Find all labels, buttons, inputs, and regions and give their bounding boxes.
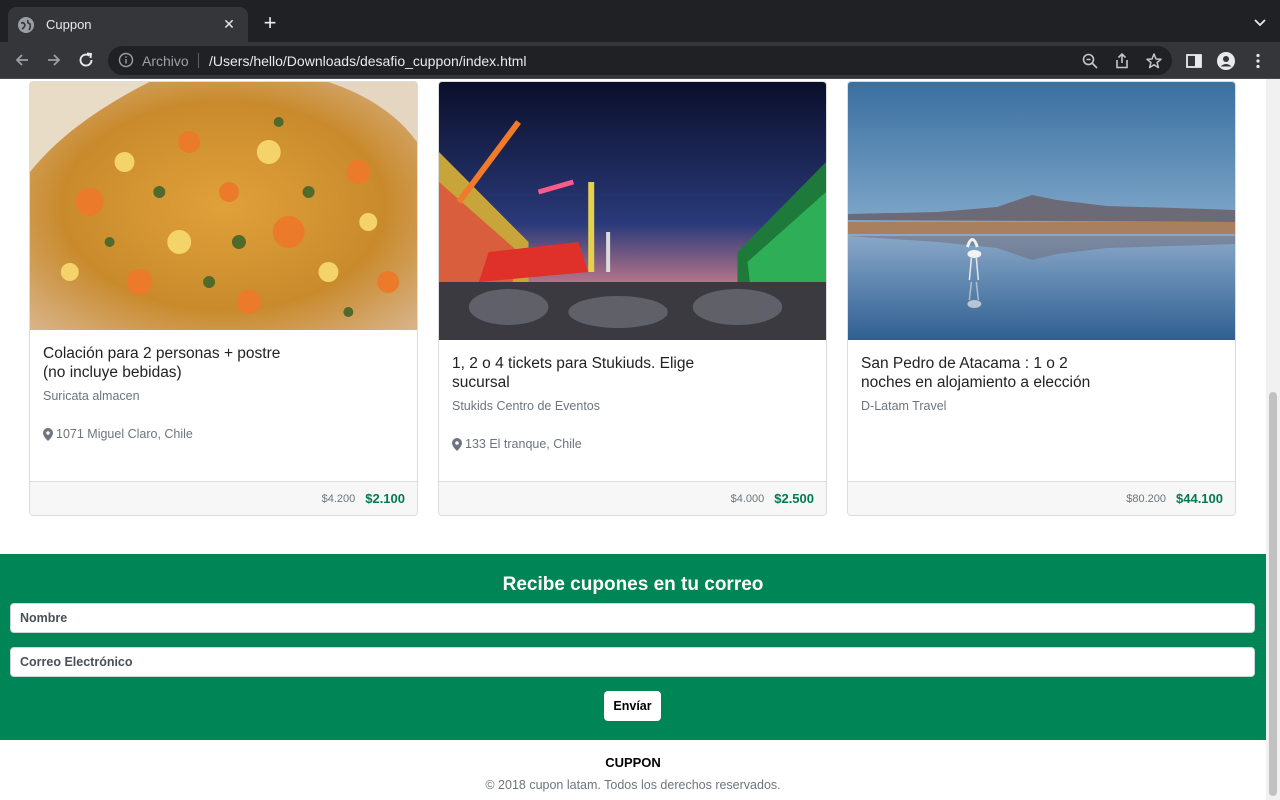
card-merchant: Suricata almacen (43, 389, 140, 403)
old-price: $4.200 (321, 492, 356, 505)
globe-icon (18, 16, 34, 33)
flamingo-lagoon-photo (848, 82, 1235, 340)
old-price: $4.000 (730, 492, 765, 505)
map-pin-icon (452, 437, 462, 451)
menu-kebab-icon[interactable] (1248, 51, 1268, 71)
old-price: $80.200 (1126, 492, 1166, 505)
card-location-text: 133 El tranque, Chile (465, 437, 582, 451)
browser-tab-strip: Cuppon ✕ + (0, 0, 1280, 42)
name-input[interactable] (10, 603, 1255, 633)
new-tab-button[interactable]: + (258, 12, 282, 36)
card-title[interactable]: San Pedro de Atacama : 1 o 2 noches en a… (861, 354, 1131, 392)
card-location-text: 1071 Miguel Claro, Chile (56, 427, 193, 441)
reload-button[interactable] (74, 48, 98, 72)
card-footer: $80.200 $44.100 (848, 481, 1235, 515)
card-body: Colación para 2 personas + postre (no in… (30, 344, 417, 441)
card-footer: $4.000 $2.500 (439, 481, 826, 515)
forward-arrow-icon (48, 54, 61, 66)
bookmark-star-icon[interactable] (1145, 52, 1163, 70)
page-viewport: Colación para 2 personas + postre (no in… (0, 79, 1266, 800)
back-arrow-icon (15, 54, 28, 66)
reload-icon (79, 52, 93, 67)
address-bar[interactable]: Archivo /Users/hello/Downloads/desafio_c… (108, 46, 1172, 75)
card-merchant: Stukids Centro de Eventos (452, 399, 600, 413)
newsletter-section: Recibe cupones en tu correo Envíar (0, 554, 1266, 740)
zoom-icon[interactable] (1081, 52, 1099, 70)
email-input[interactable] (10, 647, 1255, 677)
divider (198, 53, 199, 68)
url-text[interactable]: /Users/hello/Downloads/desafio_cuppon/in… (209, 53, 527, 69)
coupon-card[interactable]: 1, 2 o 4 tickets para Stukiuds. Elige su… (438, 81, 827, 516)
tab-search-chevron-icon[interactable] (1252, 14, 1268, 30)
card-title[interactable]: Colación para 2 personas + postre (no in… (43, 344, 313, 382)
card-body: San Pedro de Atacama : 1 o 2 noches en a… (848, 354, 1235, 413)
card-footer: $4.200 $2.100 (30, 481, 417, 515)
new-price: $2.100 (365, 491, 405, 506)
card-location: 1071 Miguel Claro, Chile (43, 427, 404, 441)
browser-toolbar: Archivo /Users/hello/Downloads/desafio_c… (0, 42, 1280, 79)
footer-brand: CUPPON (605, 755, 661, 770)
newsletter-title: Recibe cupones en tu correo (502, 574, 764, 595)
card-merchant: D-Latam Travel (861, 399, 947, 413)
new-price: $2.500 (774, 491, 814, 506)
fair-night-photo (439, 82, 826, 340)
browser-tab[interactable]: Cuppon ✕ (8, 7, 248, 42)
info-icon[interactable] (118, 52, 134, 68)
scrollbar-thumb[interactable] (1269, 392, 1277, 796)
side-panel-icon[interactable] (1184, 51, 1204, 71)
new-price: $44.100 (1176, 491, 1223, 506)
scheme-label: Archivo (142, 53, 189, 69)
tab-close-icon[interactable]: ✕ (220, 16, 238, 33)
footer-copyright: © 2018 cupon latam. Todos los derechos r… (485, 778, 781, 792)
submit-button[interactable]: Envíar (604, 691, 661, 721)
profile-avatar-icon[interactable] (1216, 51, 1236, 71)
coupon-card[interactable]: Colación para 2 personas + postre (no in… (29, 81, 418, 516)
card-body: 1, 2 o 4 tickets para Stukiuds. Elige su… (439, 354, 826, 451)
map-pin-icon (43, 427, 53, 441)
coupon-card[interactable]: San Pedro de Atacama : 1 o 2 noches en a… (847, 81, 1236, 516)
tab-title: Cuppon (46, 17, 92, 32)
card-title[interactable]: 1, 2 o 4 tickets para Stukiuds. Elige su… (452, 354, 722, 392)
card-location: 133 El tranque, Chile (452, 437, 813, 451)
back-button[interactable] (10, 48, 34, 72)
share-icon[interactable] (1113, 52, 1131, 70)
page-scrollbar[interactable] (1266, 79, 1280, 800)
food-photo (30, 82, 417, 330)
forward-button[interactable] (42, 48, 66, 72)
